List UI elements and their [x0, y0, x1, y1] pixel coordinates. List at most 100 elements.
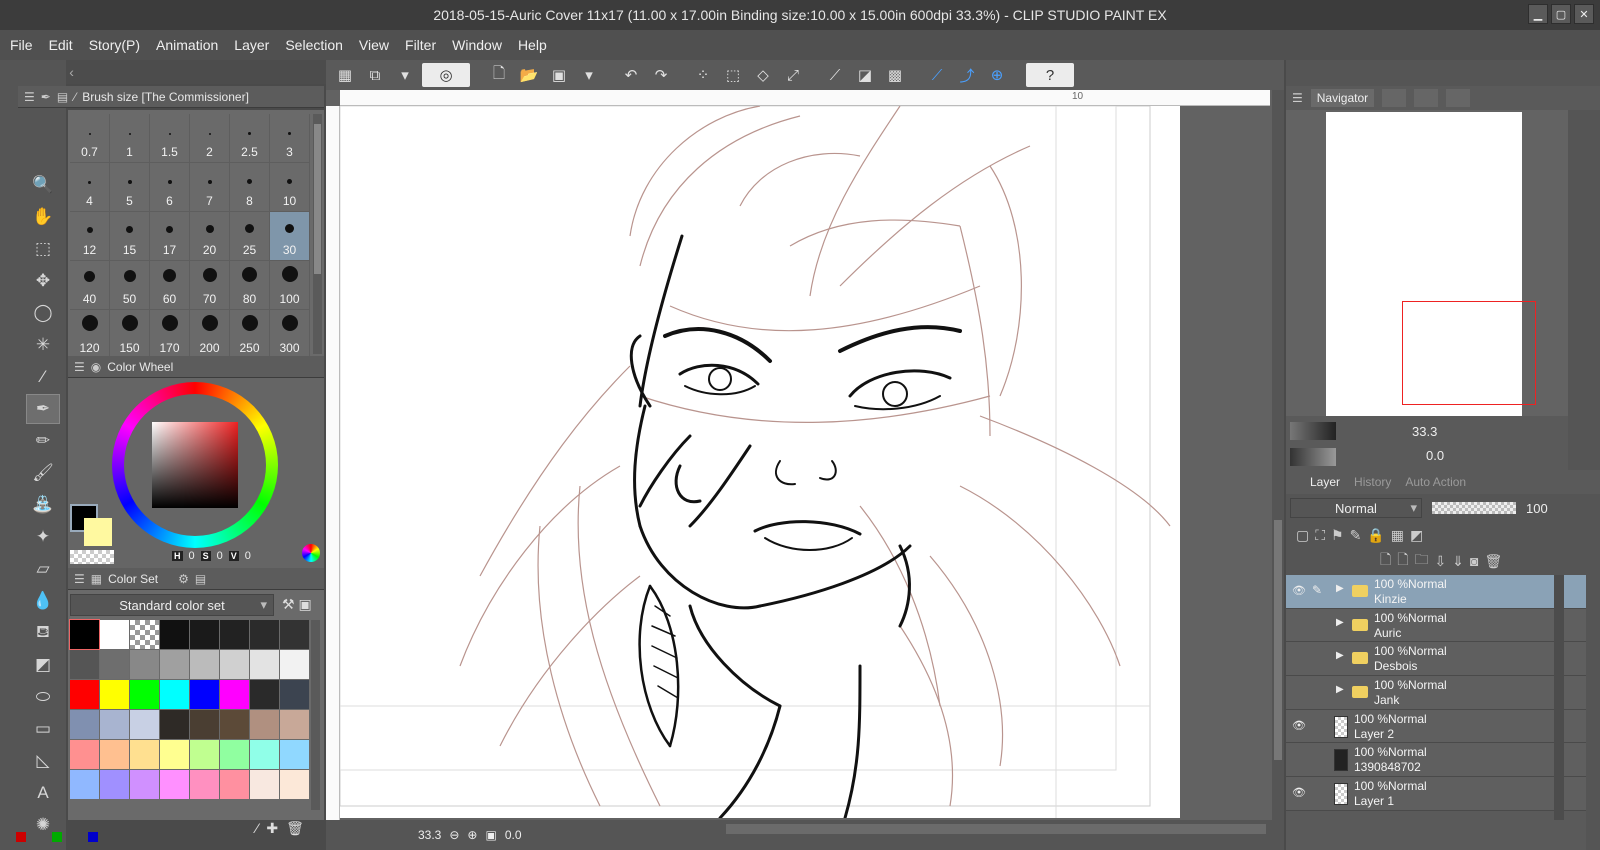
color-swatch[interactable]	[70, 740, 99, 769]
tab-auto-action[interactable]: Auto Action	[1405, 475, 1466, 489]
chevron-down-icon[interactable]: ▾	[576, 63, 602, 87]
color-swatch[interactable]	[130, 710, 159, 739]
canvas-vertical-scrollbar[interactable]	[1272, 90, 1284, 820]
menu-view[interactable]: View	[359, 37, 389, 53]
menu-animation[interactable]: Animation	[156, 37, 218, 53]
new-file-icon[interactable]: 🗋	[486, 63, 512, 87]
color-set-tools-icon[interactable]: ⚒ ▣	[282, 596, 312, 613]
layer-color-icon[interactable]: ▢	[1296, 527, 1309, 544]
layer-row[interactable]: 100 %Normal 1390848702	[1286, 743, 1586, 778]
menu-layer[interactable]: Layer	[234, 37, 269, 53]
fill-icon[interactable]: ◪	[852, 63, 878, 87]
brush-size-cell[interactable]: 12	[70, 212, 110, 261]
layer-mask-icon[interactable]: ◙	[1470, 553, 1478, 569]
brush-size-cell[interactable]: 150	[110, 310, 150, 359]
snap-grid-icon[interactable]: ⊕	[984, 63, 1010, 87]
brush-size-cell[interactable]: 5	[110, 163, 150, 212]
color-swatch[interactable]	[100, 620, 129, 649]
zoom-in-icon[interactable]: ⊕	[467, 828, 477, 842]
panel-list-icon[interactable]: ▤	[57, 90, 68, 104]
clear-icon[interactable]: ◇	[750, 63, 776, 87]
tab-navigator[interactable]: Navigator	[1310, 89, 1375, 107]
color-swatch[interactable]	[220, 770, 249, 799]
brush-size-cell[interactable]: 10	[270, 163, 310, 212]
decoration-tool-icon[interactable]: ✦	[26, 522, 60, 552]
menu-file[interactable]: File	[10, 37, 33, 53]
mini-swatch-blue[interactable]	[88, 832, 98, 842]
brush-size-cell[interactable]: 200	[190, 310, 230, 359]
color-swatch[interactable]	[160, 740, 189, 769]
saturation-value-square[interactable]	[152, 422, 238, 508]
layer-list-scrollbar[interactable]	[1554, 575, 1564, 820]
color-swatch[interactable]	[190, 710, 219, 739]
eye-icon[interactable]: 👁	[1290, 719, 1308, 732]
eye-icon[interactable]: 👁	[1290, 786, 1308, 799]
canvas-artwork[interactable]	[340, 106, 1180, 818]
crop-icon[interactable]: ⟋	[822, 63, 848, 87]
merge-down-icon[interactable]: ⇓	[1452, 553, 1464, 570]
gradient-tool-icon[interactable]: ◩	[26, 650, 60, 680]
color-set-dropdown[interactable]: Standard color set ▾	[70, 594, 274, 616]
color-swatch[interactable]	[69, 619, 100, 650]
expand-folder-icon[interactable]: ▶	[1336, 650, 1344, 661]
tab-history[interactable]: History	[1354, 475, 1391, 489]
menu-filter[interactable]: Filter	[405, 37, 436, 53]
brush-size-cell[interactable]: 30	[270, 212, 310, 261]
approximate-color-icon[interactable]: ▤	[195, 572, 206, 586]
chevron-down-icon[interactable]: ▾	[392, 63, 418, 87]
clip-layer-icon[interactable]: ⛶	[1315, 527, 1325, 544]
brush-size-cell[interactable]: 7	[190, 163, 230, 212]
expand-folder-icon[interactable]: ▶	[1336, 583, 1344, 594]
delete-color-icon[interactable]: 🗑	[286, 820, 304, 837]
color-swatch[interactable]	[250, 740, 279, 769]
undo-icon[interactable]: ↶	[618, 63, 644, 87]
color-swatch[interactable]	[100, 770, 129, 799]
brush-size-cell[interactable]: 20	[190, 212, 230, 261]
color-swatch[interactable]	[220, 620, 249, 649]
fill-tool-icon[interactable]: ⛾	[26, 618, 60, 648]
ruler-tool-icon[interactable]: ◺	[26, 746, 60, 776]
brush-size-cell[interactable]: 2	[190, 114, 230, 163]
brush-tool-icon[interactable]: 🖌	[26, 458, 60, 488]
panel-menu-icon[interactable]: ☰	[24, 90, 35, 104]
clip-studio-icon[interactable]: ◎	[422, 63, 470, 87]
color-swatch[interactable]	[130, 740, 159, 769]
selection-display-icon[interactable]: ▩	[882, 63, 908, 87]
tool-property-tab-icon[interactable]	[1414, 89, 1439, 107]
brush-size-cell[interactable]: 300	[270, 310, 310, 359]
frame-tool-icon[interactable]: ▭	[26, 714, 60, 744]
color-swatch[interactable]	[70, 650, 99, 679]
app-switch-icon[interactable]: ⧉	[362, 63, 388, 87]
save-icon[interactable]: ▣	[546, 63, 572, 87]
color-swatch[interactable]	[280, 650, 309, 679]
color-swatch[interactable]	[190, 680, 219, 709]
brush-size-cell[interactable]: 1.5	[150, 114, 190, 163]
layer-row[interactable]: ▶ 100 %Normal Auric	[1286, 608, 1586, 643]
lock-transparency-icon[interactable]: ▦	[1391, 527, 1404, 544]
layer-row[interactable]: 👁 100 %Normal Layer 1	[1286, 777, 1586, 811]
canvas-horizontal-scrollbar[interactable]	[726, 824, 1266, 834]
navigator-viewport-rect[interactable]	[1402, 301, 1536, 405]
blend-mode-dropdown[interactable]: Normal ▾	[1290, 498, 1422, 518]
pen-tool-icon[interactable]: ✒	[26, 394, 60, 424]
panel-menu-icon[interactable]: ☰	[74, 360, 85, 374]
transparent-color-swatch[interactable]	[70, 550, 114, 564]
brush-size-cell[interactable]: 25	[230, 212, 270, 261]
color-swatch[interactable]	[280, 620, 309, 649]
color-swatch[interactable]	[280, 740, 309, 769]
operation-tool-icon[interactable]: ⬚	[26, 234, 60, 264]
color-swatch[interactable]	[160, 650, 189, 679]
brush-size-cell[interactable]: 0.7	[70, 114, 110, 163]
brush-size-cell[interactable]: 6	[150, 163, 190, 212]
brush-size-cell[interactable]: 100	[270, 261, 310, 310]
new-folder-icon[interactable]: 🗀	[1415, 549, 1429, 573]
select-all-icon[interactable]: ⁘	[690, 63, 716, 87]
brush-pen-icon[interactable]: ✒	[41, 90, 51, 104]
transfer-down-icon[interactable]: ⇩	[1435, 553, 1447, 570]
color-swatch[interactable]	[190, 740, 219, 769]
auto-select-tool-icon[interactable]: ✳	[26, 330, 60, 360]
color-swatch[interactable]	[250, 710, 279, 739]
expand-folder-icon[interactable]: ▶	[1336, 684, 1344, 695]
color-swatch[interactable]	[220, 740, 249, 769]
color-swatch[interactable]	[190, 770, 219, 799]
